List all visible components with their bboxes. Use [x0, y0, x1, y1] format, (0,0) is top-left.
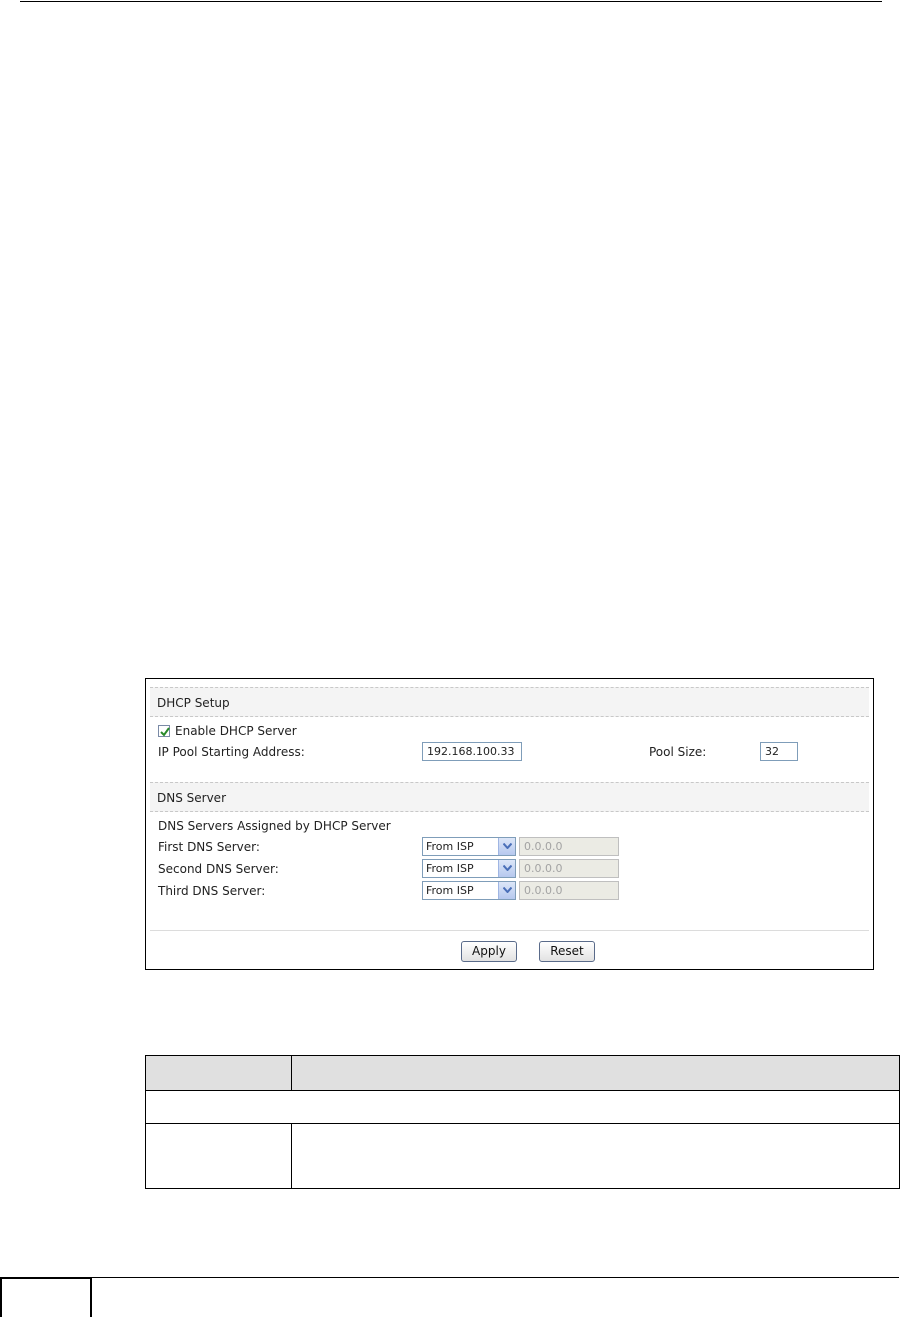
- second-dns-label: Second DNS Server:: [158, 862, 279, 876]
- third-dns-select[interactable]: From ISP: [422, 881, 516, 900]
- enable-dhcp-label: Enable DHCP Server: [175, 724, 297, 738]
- third-dns-ip-input: 0.0.0.0: [519, 881, 619, 900]
- second-dns-select[interactable]: From ISP: [422, 859, 516, 878]
- chevron-down-icon[interactable]: [498, 838, 515, 855]
- table-section-row: [146, 1092, 899, 1124]
- dhcp-setup-section-title: DHCP Setup: [150, 687, 869, 717]
- page-number-box: [0, 1277, 92, 1317]
- ip-pool-input[interactable]: 192.168.100.33: [422, 742, 522, 761]
- third-dns-label: Third DNS Server:: [158, 884, 266, 898]
- pool-size-input[interactable]: 32: [760, 742, 798, 761]
- check-icon: [160, 727, 170, 737]
- first-dns-label: First DNS Server:: [158, 840, 260, 854]
- pool-size-label: Pool Size:: [649, 745, 707, 759]
- dns-assigned-label: DNS Servers Assigned by DHCP Server: [158, 819, 391, 833]
- second-dns-ip-input: 0.0.0.0: [519, 859, 619, 878]
- apply-button[interactable]: Apply: [461, 941, 517, 962]
- button-divider: [150, 930, 869, 931]
- ip-pool-label: IP Pool Starting Address:: [158, 745, 305, 759]
- chevron-down-icon[interactable]: [498, 882, 515, 899]
- header-column-divider: [291, 1056, 292, 1091]
- first-dns-ip-input: 0.0.0.0: [519, 837, 619, 856]
- dns-server-section-title: DNS Server: [150, 782, 869, 812]
- footer-rule: [91, 1277, 899, 1278]
- description-table: [145, 1055, 900, 1189]
- table-header-row: [146, 1056, 899, 1091]
- first-dns-select-value: From ISP: [426, 840, 474, 853]
- dhcp-setup-screen: DHCP Setup Enable DHCP Server IP Pool St…: [145, 678, 874, 970]
- chevron-down-icon[interactable]: [498, 860, 515, 877]
- body-column-divider: [291, 1124, 292, 1188]
- reset-button[interactable]: Reset: [539, 941, 595, 962]
- third-dns-select-value: From ISP: [426, 884, 474, 897]
- enable-dhcp-checkbox[interactable]: [158, 725, 170, 737]
- first-dns-select[interactable]: From ISP: [422, 837, 516, 856]
- header-rule: [20, 1, 882, 2]
- second-dns-select-value: From ISP: [426, 862, 474, 875]
